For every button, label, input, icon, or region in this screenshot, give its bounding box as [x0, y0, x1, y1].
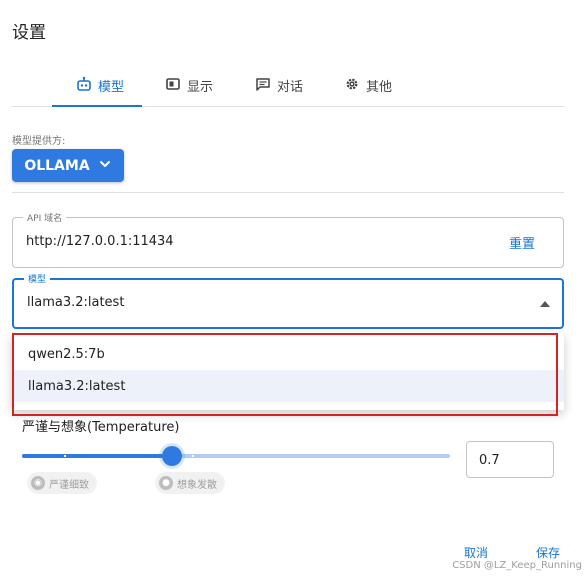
provider-select-button[interactable]: OLLAMA: [12, 149, 124, 182]
model-legend: 模型: [24, 272, 51, 285]
tab-model[interactable]: 模型: [76, 64, 124, 107]
slider-thumb[interactable]: [162, 446, 182, 466]
chip-precise-label: 严谨细致: [49, 479, 89, 491]
temperature-input[interactable]: 0.7: [466, 441, 554, 478]
chat-icon: [255, 76, 271, 96]
cancel-button[interactable]: 取消: [464, 544, 488, 561]
lightbulb-icon: ●: [159, 476, 173, 490]
api-domain-legend: API 域名: [23, 211, 67, 224]
slider-tick-mark: [64, 455, 66, 457]
tab-display[interactable]: 显示: [165, 64, 213, 107]
provider-value: OLLAMA: [24, 157, 90, 174]
api-domain-input[interactable]: http://127.0.0.1:11434: [26, 234, 174, 249]
chip-creative-label: 想象发散: [177, 479, 217, 491]
caret-up-icon[interactable]: [540, 301, 550, 307]
slider-tick-mark: [192, 455, 194, 457]
save-button[interactable]: 保存: [536, 544, 560, 561]
chip-precise[interactable]: ◉ 严谨细致: [27, 472, 97, 494]
tab-bar: 模型 显示 对话 其他: [12, 64, 564, 107]
display-icon: [165, 76, 181, 96]
tab-chat[interactable]: 对话: [255, 64, 303, 107]
model-select-field[interactable]: 模型 llama3.2:latest: [12, 272, 564, 329]
chip-creative[interactable]: ● 想象发散: [155, 472, 225, 494]
temperature-label: 严谨与想象(Temperature): [22, 420, 180, 435]
precise-icon: ◉: [31, 476, 45, 490]
provider-label: 模型提供方:: [12, 136, 66, 147]
tab-other[interactable]: 其他: [344, 64, 392, 107]
tab-chat-label: 对话: [277, 80, 304, 95]
temperature-slider[interactable]: [22, 446, 450, 466]
reset-button[interactable]: 重置: [509, 233, 535, 252]
tab-other-label: 其他: [366, 80, 393, 95]
model-selected-value: llama3.2:latest: [27, 295, 125, 310]
watermark: CSDN @LZ_Keep_Running: [452, 560, 582, 571]
dialog-title: 设置: [12, 23, 46, 43]
gear-icon: [344, 76, 360, 96]
active-tab-indicator: [52, 105, 142, 107]
chevron-down-icon: [98, 157, 112, 175]
tab-model-label: 模型: [98, 80, 125, 95]
section-divider: [12, 192, 564, 193]
api-domain-field[interactable]: API 域名 http://127.0.0.1:11434 重置: [12, 211, 564, 268]
highlight-annotation-box: [12, 333, 558, 416]
robot-icon: [76, 76, 92, 96]
slider-track: [22, 454, 172, 458]
tab-display-label: 显示: [187, 80, 214, 95]
